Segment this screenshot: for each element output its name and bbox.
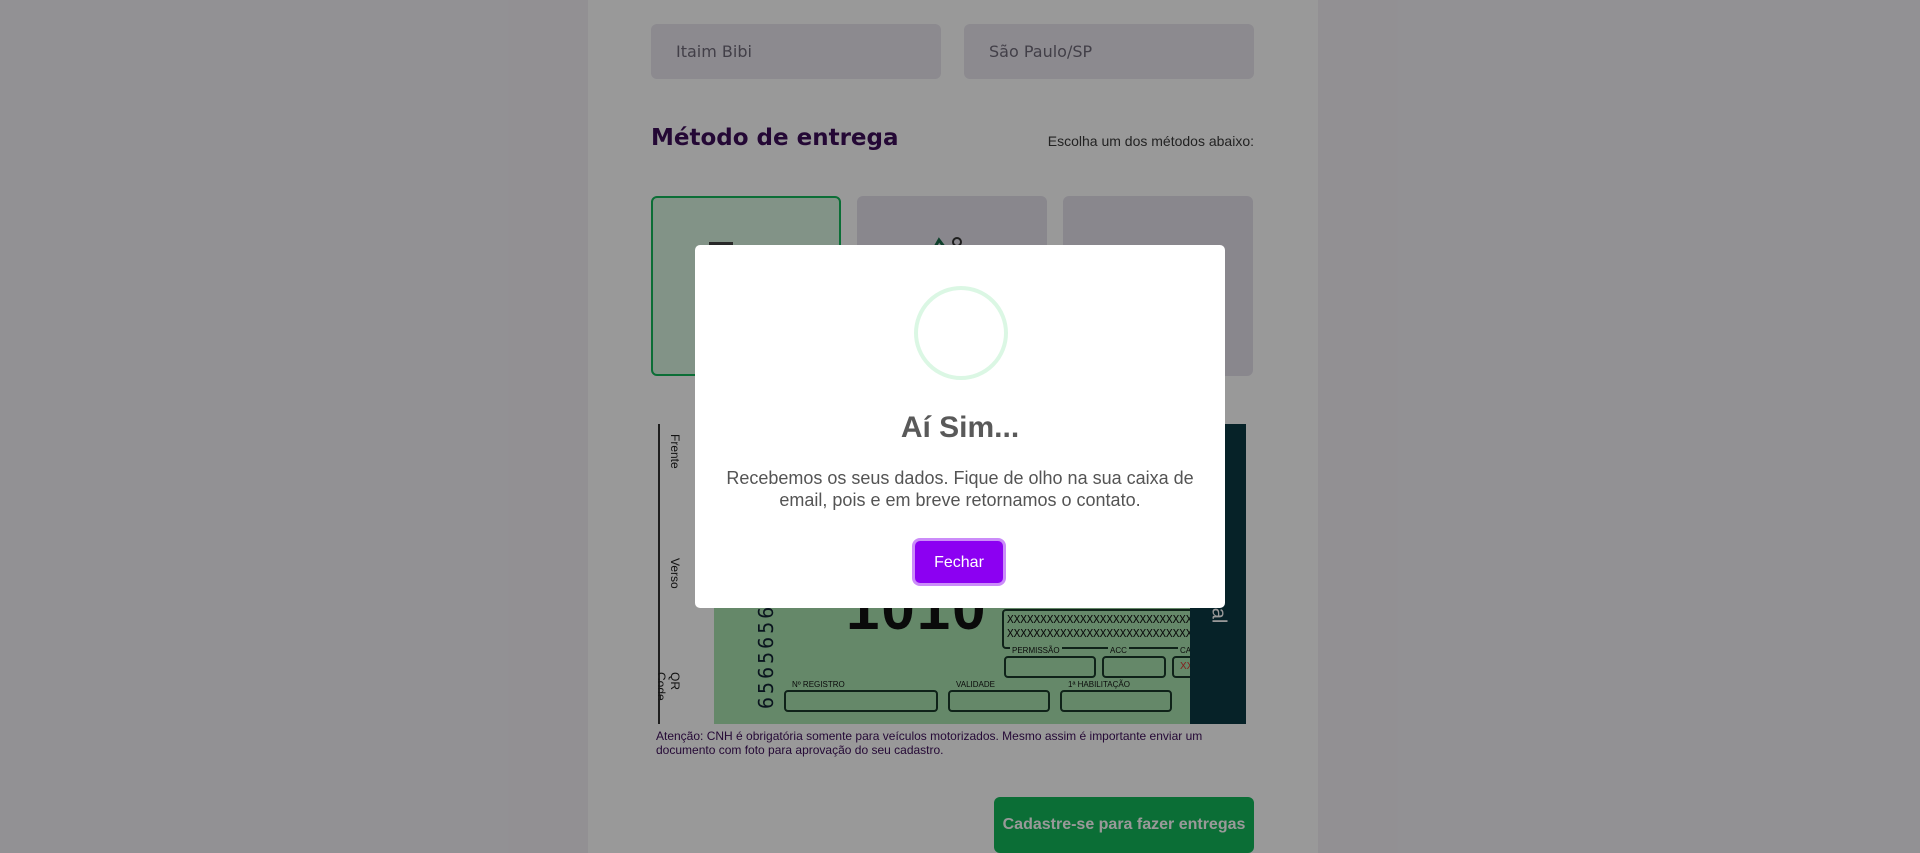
success-icon bbox=[914, 286, 1008, 380]
success-modal: Aí Sim... Recebemos os seus dados. Fique… bbox=[695, 245, 1225, 608]
modal-message: Recebemos os seus dados. Fique de olho n… bbox=[726, 468, 1194, 510]
modal-title: Aí Sim... bbox=[900, 411, 1020, 444]
close-modal-button[interactable]: Fechar bbox=[915, 541, 1003, 583]
